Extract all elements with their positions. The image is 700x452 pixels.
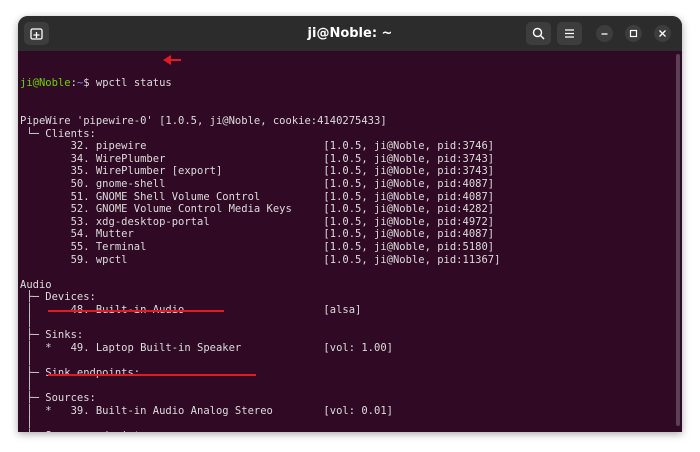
search-button[interactable] <box>526 22 551 45</box>
minimize-button[interactable] <box>596 25 613 42</box>
output-line: ├─ Devices: <box>20 291 96 304</box>
output-line: ├─ Source endpoints: <box>20 430 670 432</box>
output-line: 54. Mutter [1.0.5, ji@Noble, pid:4087] <box>20 228 495 241</box>
output-line: 34. WirePlumber [1.0.5, ji@Noble, pid:37… <box>20 152 495 165</box>
output-line: │ <box>20 417 46 430</box>
minimize-icon <box>601 33 608 35</box>
prompt-symbol: $ <box>83 77 96 90</box>
annotation-underline-sink <box>48 310 224 312</box>
search-icon <box>532 27 545 40</box>
terminal-window: ji@Noble: ~ ji@Noble:~$ wpctl status Pip… <box>18 16 682 432</box>
close-button[interactable] <box>654 25 671 42</box>
output-line: │ * 49. Laptop Built-in Speaker [vol: 1.… <box>20 341 393 354</box>
output-line: 32. pipewire [1.0.5, ji@Noble, pid:3746] <box>20 140 495 153</box>
output-line: 51. GNOME Shell Volume Control [1.0.5, j… <box>20 190 495 203</box>
command-text: wpctl status <box>95 77 172 90</box>
output-line: PipeWire 'pipewire-0' [1.0.5, ji@Noble, … <box>20 114 387 127</box>
output-line: ├─ Sources: <box>20 392 96 405</box>
output-lines: PipeWire 'pipewire-0' [1.0.5, ji@Noble, … <box>20 115 670 432</box>
annotation-arrow-icon <box>163 55 181 65</box>
output-line: │ * 39. Built-in Audio Analog Stereo [vo… <box>20 404 393 417</box>
output-line: └─ Clients: <box>20 127 96 140</box>
maximize-button[interactable] <box>625 25 642 42</box>
menu-button[interactable] <box>557 22 582 45</box>
output-line: ├─ Sinks: <box>20 329 84 342</box>
output-line: │ <box>20 354 46 367</box>
maximize-icon <box>629 29 638 38</box>
output-line: Audio <box>20 278 52 291</box>
prompt-line: ji@Noble:~$ wpctl status <box>20 77 670 90</box>
output-line: 52. GNOME Volume Control Media Keys [1.0… <box>20 203 495 216</box>
output-line: │ <box>20 316 46 329</box>
output-line: 59. wpctl [1.0.5, ji@Noble, pid:11367] <box>20 253 501 266</box>
output-line: 55. Terminal [1.0.5, ji@Noble, pid:5180] <box>20 240 495 253</box>
menu-icon <box>565 29 574 38</box>
annotation-underline-source <box>48 374 256 376</box>
close-icon <box>659 30 666 37</box>
output-line: 35. WirePlumber [export] [1.0.5, ji@Nobl… <box>20 165 495 178</box>
output-line: 53. xdg-desktop-portal [1.0.5, ji@Noble,… <box>20 215 495 228</box>
prompt-user-host: ji@Noble <box>20 77 71 90</box>
output-line: │ <box>20 379 46 392</box>
scrollbar[interactable] <box>676 54 680 426</box>
window-title: ji@Noble: ~ <box>307 26 393 41</box>
output-line: 50. gnome-shell [1.0.5, ji@Noble, pid:40… <box>20 177 495 190</box>
title-bar[interactable]: ji@Noble: ~ <box>18 16 682 51</box>
